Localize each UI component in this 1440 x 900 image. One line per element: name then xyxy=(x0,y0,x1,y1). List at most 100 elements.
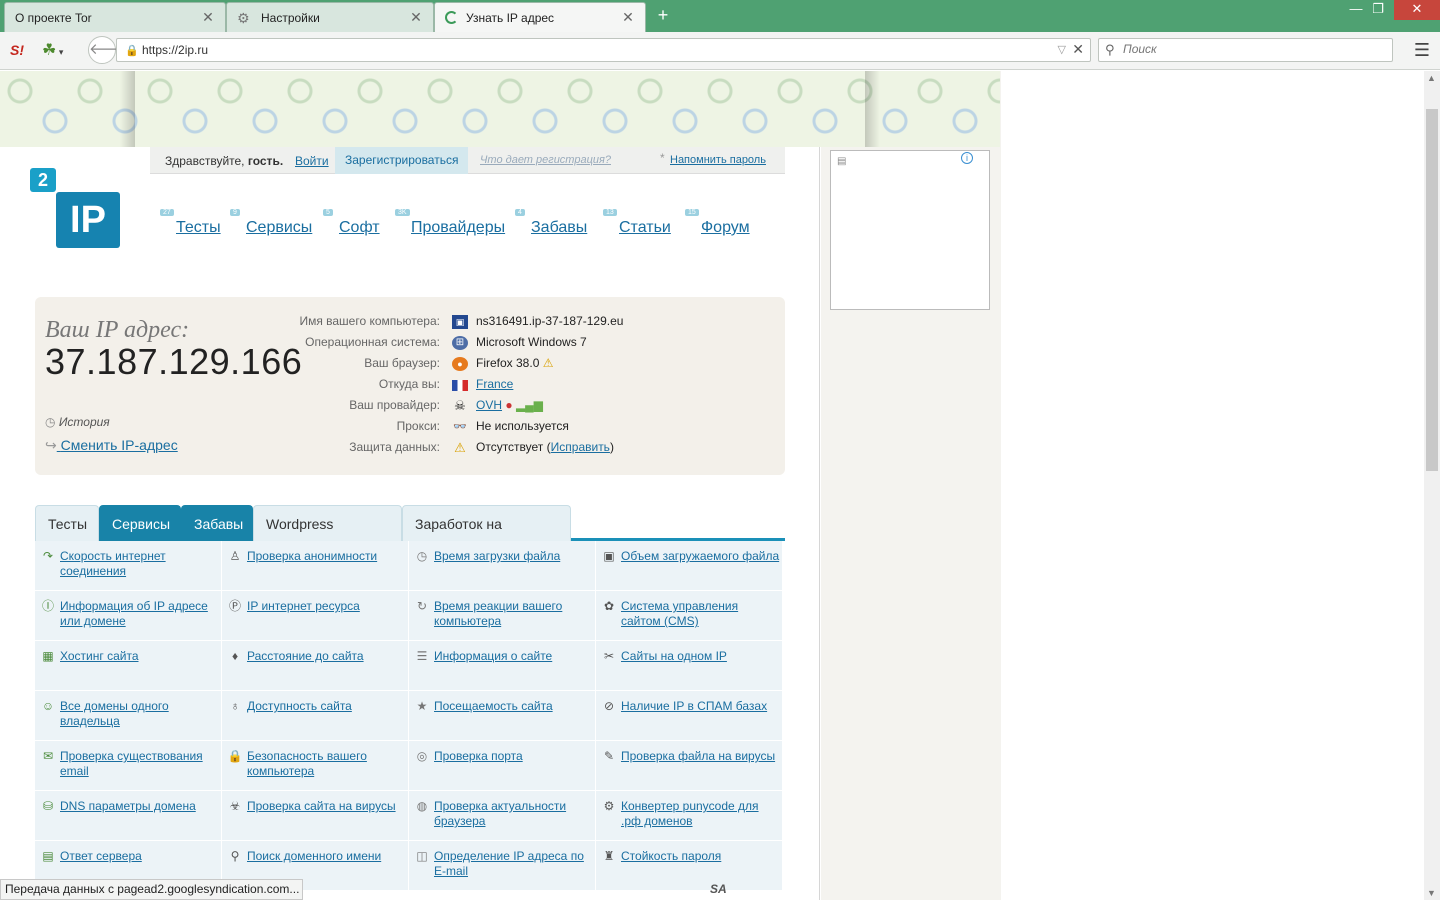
service-link[interactable]: Проверка анонимности xyxy=(247,549,407,564)
service-item[interactable]: Ⓘ Информация об IP адресе или домене xyxy=(35,591,221,640)
ad-info-icon[interactable]: i xyxy=(961,152,973,164)
service-item[interactable]: ♜ Стойкость пароля xyxy=(596,841,782,890)
service-item[interactable]: ♙ Проверка анонимности xyxy=(222,541,408,590)
service-link[interactable]: Посещаемость сайта xyxy=(434,699,594,714)
service-item[interactable]: ✎ Проверка файла на вирусы xyxy=(596,741,782,790)
nav-forum[interactable]: 15 Форум xyxy=(685,209,750,237)
new-tab-button[interactable]: + xyxy=(652,5,674,27)
service-link[interactable]: Проверка файла на вирусы xyxy=(621,749,781,764)
warning-icon[interactable]: ⚠ xyxy=(543,356,554,370)
service-item[interactable]: ⛁ DNS параметры домена xyxy=(35,791,221,840)
scroll-thumb[interactable] xyxy=(1426,109,1438,471)
service-item[interactable]: ★ Посещаемость сайта xyxy=(409,691,595,740)
dropdown-icon[interactable]: ▽ xyxy=(1058,43,1066,56)
service-link[interactable]: Все домены одного владельца xyxy=(60,699,220,729)
service-item[interactable]: ▣ Объем загружаемого файла xyxy=(596,541,782,590)
service-link[interactable]: Хостинг сайта xyxy=(60,649,220,664)
service-link[interactable]: Ответ сервера xyxy=(60,849,220,864)
service-link[interactable]: Доступность сайта xyxy=(247,699,407,714)
service-link[interactable]: Проверка сайта на вирусы xyxy=(247,799,407,814)
service-link[interactable]: Сайты на одном IP xyxy=(621,649,781,664)
service-item[interactable]: ↻ Время реакции вашего компьютера xyxy=(409,591,595,640)
why-register-link[interactable]: Что дает регистрация? xyxy=(480,154,611,166)
service-item[interactable]: ☺ Все домены одного владельца xyxy=(35,691,221,740)
nav-soft[interactable]: 5 Софт xyxy=(323,209,380,237)
service-link[interactable]: Проверка существования email xyxy=(60,749,220,779)
service-item[interactable]: 🔒 Безопасность вашего компьютера xyxy=(222,741,408,790)
service-link[interactable]: DNS параметры домена xyxy=(60,799,220,814)
service-item[interactable]: ◷ Время загрузки файла xyxy=(409,541,595,590)
tab-services[interactable]: Сервисы xyxy=(99,505,181,541)
service-link[interactable]: Определение IP адреса по E-mail xyxy=(434,849,594,879)
service-link[interactable]: Скорость интернет соединения xyxy=(60,549,220,579)
service-link[interactable]: Проверка порта xyxy=(434,749,594,764)
menu-button[interactable]: ☰ xyxy=(1414,40,1430,61)
restore-button[interactable]: ❐ xyxy=(1364,0,1392,20)
stop-icon[interactable]: ✕ xyxy=(1072,41,1084,58)
service-link[interactable]: Система управления сайтом (CMS) xyxy=(621,599,781,629)
country-link[interactable]: France xyxy=(476,377,513,391)
search-input[interactable] xyxy=(1123,42,1383,56)
url-bar[interactable]: 🔒 https://2ip.ru ▽ ✕ xyxy=(116,38,1091,62)
tor-onion-icon[interactable]: ☘ ▾ xyxy=(42,40,63,60)
login-link[interactable]: Войти xyxy=(295,154,329,168)
tab-wordpress[interactable]: Wordpress дизайны xyxy=(253,505,402,568)
tab-settings[interactable]: ⚙ Настройки ✕ xyxy=(226,2,434,32)
service-link[interactable]: Время реакции вашего компьютера xyxy=(434,599,594,629)
tab-tests[interactable]: Тесты xyxy=(35,505,99,541)
provider-link[interactable]: OVH xyxy=(476,398,502,412)
scroll-down-icon[interactable]: ▼ xyxy=(1427,888,1436,898)
tab-about-tor[interactable]: О проекте Tor ✕ xyxy=(4,2,226,32)
service-link[interactable]: Проверка актуальности браузера xyxy=(434,799,594,829)
service-link[interactable]: Расстояние до сайта xyxy=(247,649,407,664)
tab-ip-address[interactable]: Узнать IP адрес ✕ xyxy=(434,2,646,32)
fix-link[interactable]: Исправить xyxy=(551,440,610,454)
service-item[interactable]: ♦ Расстояние до сайта xyxy=(222,641,408,690)
service-link[interactable]: Наличие IP в СПАМ базах xyxy=(621,699,781,714)
service-link[interactable]: Поиск доменного имени xyxy=(247,849,407,864)
scroll-up-icon[interactable]: ▲ xyxy=(1427,73,1436,83)
service-link[interactable]: Информация об IP адресе или домене xyxy=(60,599,220,629)
nav-articles[interactable]: 13 Статьи xyxy=(603,209,671,237)
service-item[interactable]: Ⓟ IP интернет ресурса xyxy=(222,591,408,640)
service-item[interactable]: ☣ Проверка сайта на вирусы xyxy=(222,791,408,840)
service-item[interactable]: ▦ Хостинг сайта xyxy=(35,641,221,690)
service-item[interactable]: ♁ Доступность сайта xyxy=(222,691,408,740)
service-item[interactable]: ⊘ Наличие IP в СПАМ базах xyxy=(596,691,782,740)
remind-password-link[interactable]: Напомнить пароль xyxy=(670,154,766,166)
search-bar[interactable]: ⚲ xyxy=(1098,38,1393,62)
service-item[interactable]: ◍ Проверка актуальности браузера xyxy=(409,791,595,840)
nav-tests[interactable]: 27 Тесты xyxy=(160,209,221,237)
register-link[interactable]: Зарегистрироваться xyxy=(335,147,469,174)
service-item[interactable]: ↷ Скорость интернет соединения xyxy=(35,541,221,590)
tab-close-icon[interactable]: ✕ xyxy=(201,9,215,26)
ad-placeholder[interactable]: ▤ i xyxy=(830,150,990,310)
service-item[interactable]: ✉ Проверка существования email xyxy=(35,741,221,790)
service-item[interactable]: ✿ Система управления сайтом (CMS) xyxy=(596,591,782,640)
service-item[interactable]: ◫ Определение IP адреса по E-mail xyxy=(409,841,595,890)
service-item[interactable]: ☰ Информация о сайте xyxy=(409,641,595,690)
tab-close-icon[interactable]: ✕ xyxy=(621,9,635,26)
service-link[interactable]: Объем загружаемого файла xyxy=(621,549,781,564)
service-link[interactable]: Время загрузки файла xyxy=(434,549,594,564)
nav-providers[interactable]: 3K Провайдеры xyxy=(395,209,505,237)
change-ip-link[interactable]: ↪ Сменить IP-адрес xyxy=(45,437,178,454)
service-link[interactable]: Безопасность вашего компьютера xyxy=(247,749,407,779)
tab-close-icon[interactable]: ✕ xyxy=(409,9,423,26)
back-button[interactable]: 🡐 xyxy=(88,36,129,64)
tab-earnings[interactable]: Заработок на трафике xyxy=(402,505,571,568)
nav-fun[interactable]: 4 Забавы xyxy=(515,209,587,237)
nav-services[interactable]: 9 Сервисы xyxy=(230,209,312,237)
vertical-scrollbar[interactable]: ▲ ▼ xyxy=(1424,71,1440,900)
tab-fun[interactable]: Забавы xyxy=(181,505,253,541)
service-link[interactable]: Конвертер punycode для .рф доменов xyxy=(621,799,781,829)
service-item[interactable]: ⚙ Конвертер punycode для .рф доменов xyxy=(596,791,782,840)
service-item[interactable]: ✂ Сайты на одном IP xyxy=(596,641,782,690)
history-link[interactable]: ◷ История xyxy=(45,415,110,429)
service-link[interactable]: Информация о сайте xyxy=(434,649,594,664)
close-window-button[interactable]: ✕ xyxy=(1394,0,1440,20)
service-link[interactable]: IP интернет ресурса xyxy=(247,599,407,614)
extension-s-icon[interactable]: S! xyxy=(10,42,24,58)
service-link[interactable]: Стойкость пароля xyxy=(621,849,781,864)
service-item[interactable]: ◎ Проверка порта xyxy=(409,741,595,790)
